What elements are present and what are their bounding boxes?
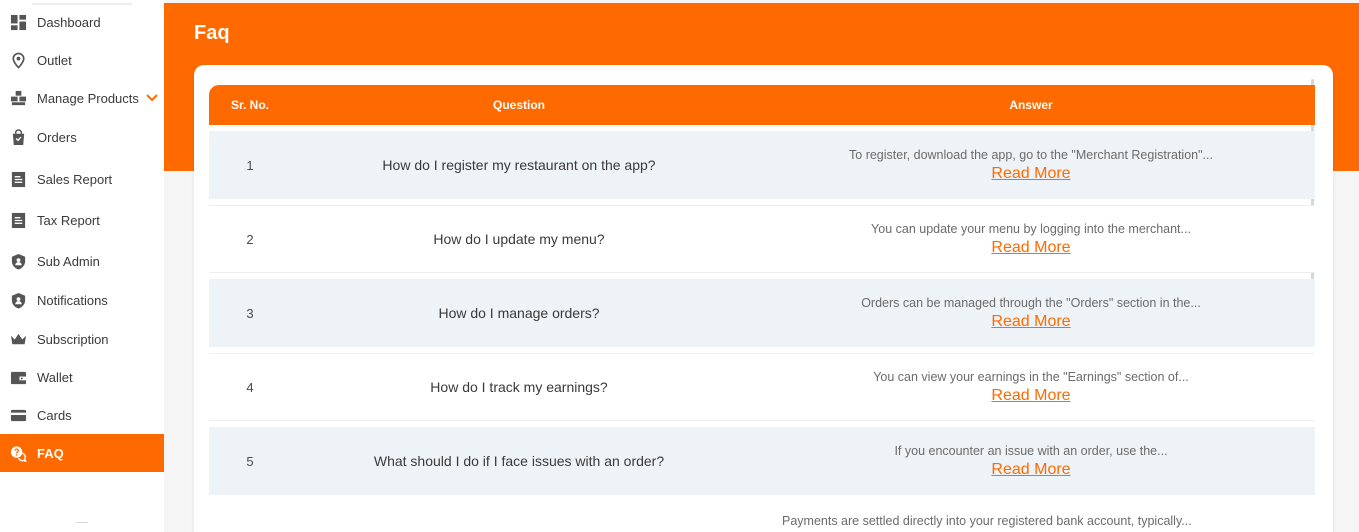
crown-icon [9,330,27,348]
read-more-link[interactable]: Read More [991,165,1070,183]
row-number: 3 [246,305,254,321]
header-answer: Answer [1009,98,1053,112]
sidebar-item-outlet[interactable]: Outlet [0,41,164,79]
table-row: 3 How do I manage orders? Orders can be … [209,279,1315,347]
answer-preview: To register, download the app, go to the… [849,147,1213,162]
faq-card: Sr. No. Question Answer 1 How do I regis… [194,65,1333,532]
dashboard-icon [9,13,27,31]
boxes-icon [9,89,27,107]
shopping-bag-icon [9,128,27,146]
table-row: 5 What should I do if I face issues with… [209,427,1315,495]
answer-preview: You can view your earnings in the "Earni… [873,369,1189,384]
sidebar-item-notifications[interactable]: Notifications [0,281,164,319]
sidebar-item-cards[interactable]: Cards [0,396,164,434]
row-answer: To register, download the app, go to the… [747,148,1315,183]
row-question: How do I update my menu? [433,231,605,247]
sidebar-item-faq[interactable]: FAQ [0,434,164,472]
sidebar-item-orders[interactable]: Orders [0,118,164,156]
table-row: 4 How do I track my earnings? You can vi… [209,353,1315,421]
row-number: 2 [246,231,254,247]
sidebar-item-label: Wallet [37,369,73,385]
row-answer: If you encounter an issue with an order,… [747,444,1315,479]
report-icon [9,211,27,229]
sidebar-divider [76,522,88,523]
sidebar-item-tax-report[interactable]: Tax Report [0,201,164,239]
card-icon [9,406,27,424]
row-question: How do I manage orders? [438,305,600,321]
read-more-link[interactable]: Read More [991,239,1070,257]
header-question: Question [492,98,545,112]
read-more-link[interactable]: Read More [991,461,1070,479]
sidebar-item-label: Subscription [37,331,109,347]
faq-table: Sr. No. Question Answer 1 How do I regis… [209,85,1315,495]
answer-preview: You can update your menu by logging into… [871,221,1191,236]
read-more-link[interactable]: Read More [991,387,1070,405]
sidebar-item-label: FAQ [37,445,64,461]
sidebar-item-subscription[interactable]: Subscription [0,320,164,358]
row-question: What should I do if I face issues with a… [373,453,665,469]
chevron-down-icon[interactable] [145,93,159,103]
user-shield-icon [9,291,27,309]
row-number: 1 [246,157,254,173]
faq-chat-icon [9,444,27,462]
sidebar-item-wallet[interactable]: Wallet [0,358,164,396]
answer-preview: If you encounter an issue with an order,… [894,443,1168,458]
sidebar-item-label: Manage Products [37,90,139,106]
read-more-link[interactable]: Read More [991,313,1070,331]
row-question: How do I register my restaurant on the a… [382,157,656,173]
sidebar-item-label: Cards [37,407,72,423]
row-answer: Orders can be managed through the "Order… [747,296,1315,331]
sidebar-item-label: Dashboard [37,14,101,30]
sidebar-item-sales-report[interactable]: Sales Report [0,160,164,198]
sidebar-item-sub-admin[interactable]: Sub Admin [0,242,164,280]
row-answer: You can update your menu by logging into… [747,222,1315,257]
location-pin-icon [9,51,27,69]
page-title: Faq [194,22,230,44]
sidebar-item-label: Tax Report [37,212,100,228]
sidebar: Dashboard Outlet Manage Products Orders … [0,0,164,532]
user-shield-icon [9,252,27,270]
header-sr-no: Sr. No. [230,98,269,112]
row-number: 4 [246,379,254,395]
row-question: How do I track my earnings? [430,379,608,395]
sidebar-item-manage-products[interactable]: Manage Products [0,79,164,117]
sidebar-item-label: Notifications [37,292,108,308]
sidebar-item-label: Orders [37,129,77,145]
row-answer: You can view your earnings in the "Earni… [747,370,1315,405]
sidebar-item-dashboard[interactable]: Dashboard [0,3,164,41]
sidebar-item-label: Sub Admin [37,253,100,269]
table-row: 2 How do I update my menu? You can updat… [209,205,1315,273]
answer-preview: Payments are settled directly into your … [782,514,1192,528]
sidebar-item-label: Outlet [37,52,72,68]
report-icon [9,170,27,188]
main-content: Faq Sr. No. Question Answer 1 How do I r… [164,0,1359,532]
table-header: Sr. No. Question Answer [209,85,1315,125]
answer-preview: Orders can be managed through the "Order… [861,295,1201,310]
wallet-icon [9,368,27,386]
sidebar-item-label: Sales Report [37,171,113,187]
row-number: 5 [246,453,254,469]
table-row: 1 How do I register my restaurant on the… [209,131,1315,199]
